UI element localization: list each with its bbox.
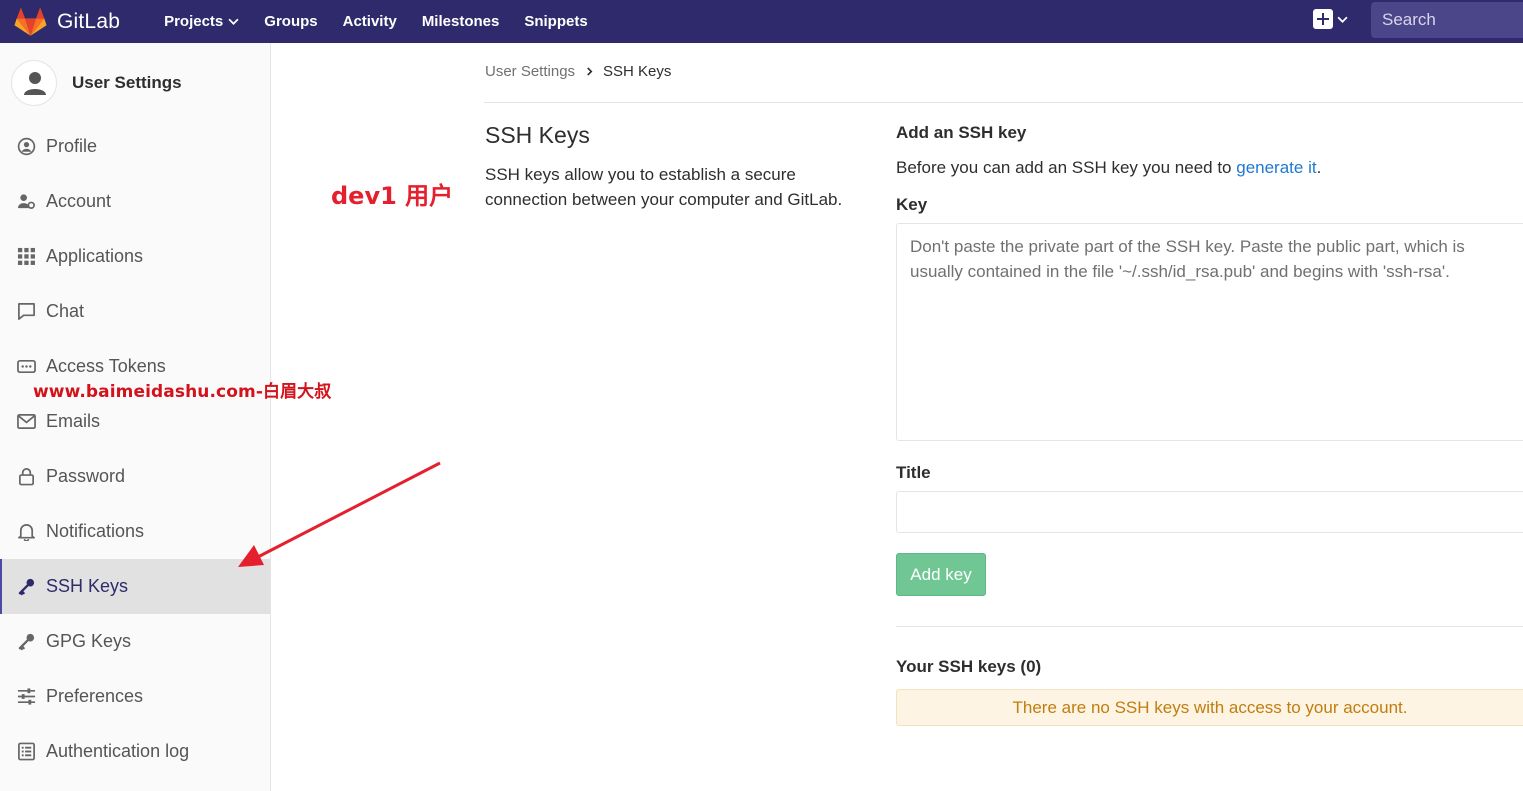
key-label: Key <box>896 195 928 214</box>
nav-projects-label: Projects <box>164 13 224 30</box>
avatar <box>11 60 57 106</box>
user-icon <box>24 72 46 95</box>
nav-snippets[interactable]: Snippets <box>524 13 587 30</box>
add-key-help: Before you can add an SSH key you need t… <box>896 158 1321 178</box>
nav-projects[interactable]: Projects <box>164 13 239 30</box>
generate-it-link[interactable]: generate it <box>1236 158 1316 177</box>
sidebar-item-label: Authentication log <box>46 741 190 761</box>
nav-activity[interactable]: Activity <box>343 13 397 30</box>
profile-icon <box>16 137 36 157</box>
sidebar-item-label: Chat <box>46 301 85 321</box>
lock-icon <box>16 467 36 487</box>
title-label: Title <box>896 463 931 482</box>
pointer-arrow <box>238 461 441 567</box>
key-icon <box>16 632 36 652</box>
divider <box>484 102 1523 103</box>
chevron-down-icon <box>1337 16 1348 23</box>
sidebar: User Settings Profile Account Applicatio… <box>0 43 271 791</box>
bell-icon <box>16 522 36 542</box>
sidebar-item-applications[interactable]: Applications <box>0 229 270 284</box>
sidebar-item-chat[interactable]: Chat <box>0 284 270 339</box>
sidebar-item-label: Password <box>46 466 126 486</box>
sidebar-item-profile[interactable]: Profile <box>0 119 270 174</box>
sidebar-item-label: SSH Keys <box>46 576 129 596</box>
account-icon <box>16 192 36 212</box>
breadcrumb-parent[interactable]: User Settings <box>485 63 575 80</box>
chevron-down-icon <box>228 18 239 25</box>
add-key-button[interactable]: Add key <box>896 553 986 596</box>
nav-links: Projects Groups Activity Milestones Snip… <box>164 0 613 43</box>
nav-groups[interactable]: Groups <box>264 13 317 30</box>
search-input[interactable] <box>1371 2 1523 38</box>
sidebar-item-emails[interactable]: Emails <box>0 394 270 449</box>
key-textarea[interactable] <box>896 223 1523 441</box>
sidebar-item-account[interactable]: Account <box>0 174 270 229</box>
add-key-help-suffix: . <box>1316 158 1322 177</box>
sidebar-item-label: Notifications <box>46 521 145 541</box>
new-dropdown-button[interactable] <box>1313 9 1348 29</box>
divider <box>896 626 1523 627</box>
sidebar-item-label: Preferences <box>46 686 144 706</box>
applications-icon <box>16 247 36 267</box>
sidebar-title: User Settings <box>72 73 182 92</box>
sidebar-item-authentication-log[interactable]: Authentication log <box>0 724 270 779</box>
watermark: www.baimeidashu.com-白眉大叔 <box>33 382 332 402</box>
page-description: SSH keys allow you to establish a secure… <box>485 165 843 209</box>
sidebar-item-label: Emails <box>46 411 101 431</box>
sidebar-item-gpg-keys[interactable]: GPG Keys <box>0 614 270 669</box>
your-keys-heading: Your SSH keys (0) <box>896 657 1042 676</box>
user-annotation: dev1 用户 <box>331 182 454 210</box>
page-title: SSH Keys <box>485 122 590 148</box>
top-navbar: GitLab Projects Groups Activity Mileston… <box>0 0 1523 43</box>
brand-name: GitLab <box>57 9 121 33</box>
breadcrumb-current[interactable]: SSH Keys <box>603 63 671 80</box>
sidebar-item-preferences[interactable]: Preferences <box>0 669 270 724</box>
empty-keys-text: There are no SSH keys with access to you… <box>1012 697 1408 717</box>
empty-keys-message: There are no SSH keys with access to you… <box>896 689 1523 726</box>
access-tokens-icon <box>16 357 36 377</box>
title-input[interactable] <box>896 491 1523 533</box>
chevron-right-icon <box>587 67 593 76</box>
sidebar-item-label: Profile <box>46 136 98 156</box>
plus-square-icon <box>1313 9 1333 29</box>
brand[interactable]: GitLab <box>14 0 120 43</box>
add-key-heading: Add an SSH key <box>896 123 1027 142</box>
sidebar-item-label: GPG Keys <box>46 631 132 651</box>
sidebar-item-label: Applications <box>46 246 144 266</box>
sliders-icon <box>16 687 36 707</box>
breadcrumb: User Settings SSH Keys <box>485 63 671 80</box>
log-icon <box>16 742 36 762</box>
chat-icon <box>16 302 36 322</box>
sidebar-item-label: Account <box>46 191 112 211</box>
nav-milestones[interactable]: Milestones <box>422 13 500 30</box>
email-icon <box>16 412 36 432</box>
add-key-help-text: Before you can add an SSH key you need t… <box>896 158 1237 177</box>
gitlab-tanuki-icon <box>14 6 47 36</box>
key-icon <box>16 577 36 597</box>
sidebar-item-label: Access Tokens <box>46 356 166 376</box>
sidebar-header[interactable]: User Settings <box>0 43 270 123</box>
